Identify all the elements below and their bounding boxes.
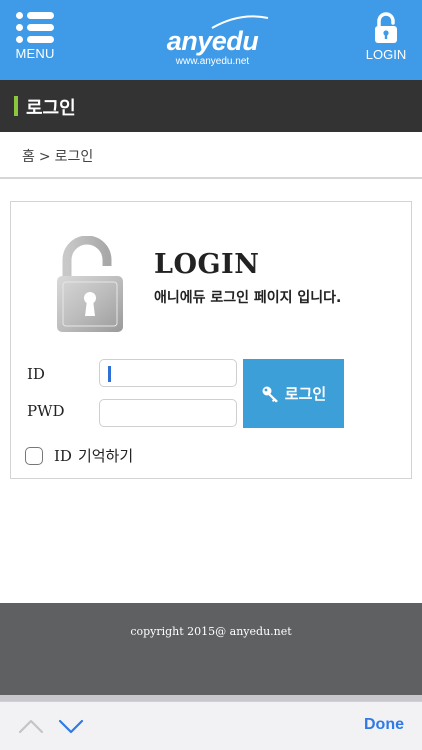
login-label: LOGIN bbox=[365, 47, 407, 62]
id-label: ID bbox=[27, 365, 45, 383]
breadcrumb-separator: > bbox=[38, 149, 51, 165]
login-heading: LOGIN bbox=[154, 249, 260, 280]
chevron-down-icon[interactable] bbox=[56, 715, 86, 737]
logo-text: anyedu bbox=[166, 26, 259, 56]
breadcrumb-divider bbox=[0, 177, 422, 179]
page-footer: copyright 2015@ anyedu.net bbox=[0, 603, 422, 695]
top-header: MENU anyedu www.anyedu.net LOGIN bbox=[0, 0, 422, 80]
site-logo[interactable]: anyedu www.anyedu.net bbox=[150, 14, 275, 70]
remember-id-checkbox[interactable] bbox=[25, 446, 43, 465]
remember-id-option[interactable]: ID 기억하기 bbox=[25, 445, 133, 466]
breadcrumb: 홈 > 로그인 bbox=[22, 146, 93, 166]
login-subtitle: 애니에듀 로그인 페이지 입니다. bbox=[154, 290, 342, 306]
hamburger-icon bbox=[16, 12, 54, 44]
text-cursor bbox=[108, 366, 111, 382]
logo-url: www.anyedu.net bbox=[175, 56, 250, 67]
login-button[interactable]: LOGIN bbox=[364, 12, 408, 64]
login-panel: LOGIN 애니에듀 로그인 페이지 입니다. ID PWD 로그인 ID 기억… bbox=[10, 201, 412, 479]
pwd-label: PWD bbox=[27, 402, 65, 420]
password-input[interactable] bbox=[99, 399, 237, 427]
section-title: 로그인 bbox=[26, 98, 76, 119]
menu-button[interactable]: MENU bbox=[14, 12, 56, 64]
lock-icon bbox=[375, 12, 397, 43]
padlock-open-icon bbox=[57, 236, 123, 332]
id-input[interactable] bbox=[99, 359, 237, 387]
keyboard-accessory-bar: Done bbox=[0, 701, 422, 750]
key-icon bbox=[262, 386, 278, 402]
section-accent-mark bbox=[14, 96, 18, 116]
remember-id-prefix: ID bbox=[54, 446, 72, 465]
menu-label: MENU bbox=[15, 46, 55, 61]
login-submit-label: 로그인 bbox=[284, 385, 327, 403]
remember-id-label: 기억하기 bbox=[77, 447, 134, 465]
copyright-text: copyright 2015@ anyedu.net bbox=[130, 625, 292, 638]
done-button[interactable]: Done bbox=[364, 716, 404, 734]
login-submit-button[interactable]: 로그인 bbox=[243, 359, 344, 428]
section-title-bar: 로그인 bbox=[0, 80, 422, 132]
chevron-up-icon[interactable] bbox=[16, 715, 46, 737]
breadcrumb-current: 로그인 bbox=[54, 149, 94, 165]
breadcrumb-home[interactable]: 홈 bbox=[22, 149, 35, 165]
